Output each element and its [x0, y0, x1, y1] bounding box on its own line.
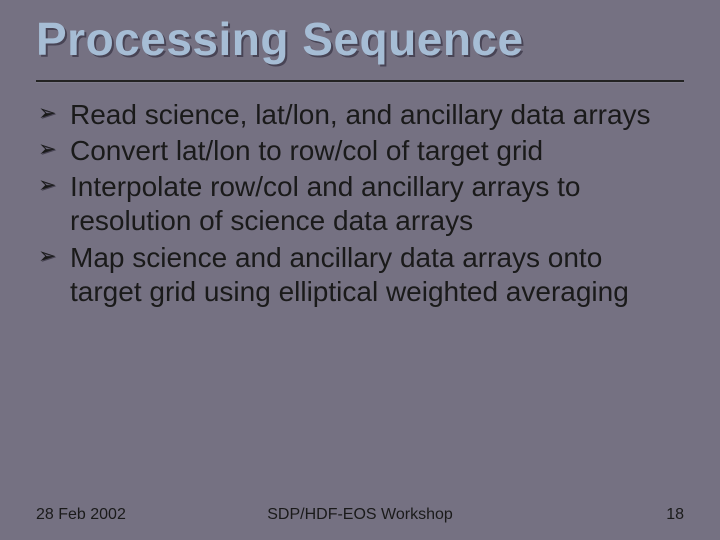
slide: Processing Sequence Read science, lat/lo… — [0, 0, 720, 540]
footer-center: SDP/HDF-EOS Workshop — [36, 506, 684, 524]
bullet-item: Convert lat/lon to row/col of target gri… — [36, 134, 672, 168]
bullet-item: Interpolate row/col and ancillary arrays… — [36, 170, 672, 238]
slide-body: Read science, lat/lon, and ancillary dat… — [36, 98, 672, 311]
bullet-list: Read science, lat/lon, and ancillary dat… — [36, 98, 672, 309]
bullet-item: Read science, lat/lon, and ancillary dat… — [36, 98, 672, 132]
slide-footer: 28 Feb 2002 SDP/HDF-EOS Workshop 18 — [36, 506, 684, 524]
slide-title: Processing Sequence — [36, 12, 684, 66]
bullet-item: Map science and ancillary data arrays on… — [36, 241, 672, 309]
title-underline — [36, 80, 684, 82]
